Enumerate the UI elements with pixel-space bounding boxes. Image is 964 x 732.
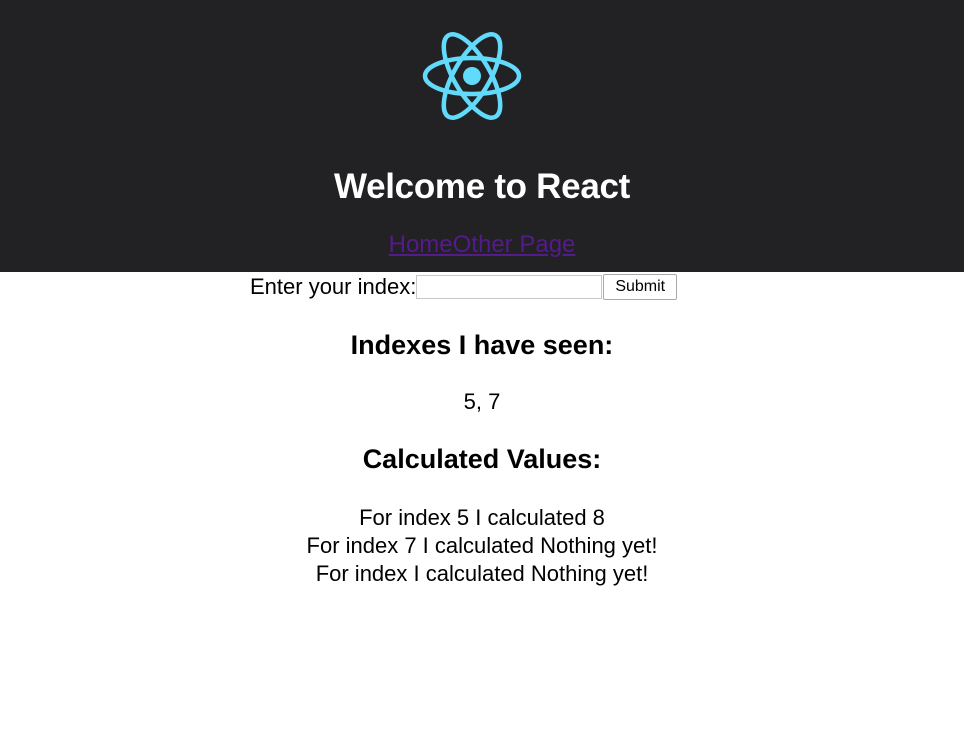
index-form: Enter your index: Submit (250, 272, 678, 302)
nav-link-other-page[interactable]: Other Page (453, 231, 576, 258)
calculated-item: For index 5 I calculated 8 (359, 505, 605, 530)
indexes-heading: Indexes I have seen: (350, 330, 614, 360)
calculated-item: For index 7 I calculated Nothing yet! (306, 533, 658, 558)
nav-link-home[interactable]: Home (389, 231, 453, 258)
submit-button[interactable]: Submit (603, 274, 678, 300)
index-label: Enter your index: (250, 274, 417, 299)
react-logo-icon (422, 32, 522, 120)
nav-links: HomeOther Page (0, 231, 964, 259)
calculated-item: For index I calculated Nothing yet! (315, 561, 649, 586)
page-title: Welcome to React (333, 167, 631, 206)
app-root: Welcome to React HomeOther Page Enter yo… (0, 0, 964, 586)
calculated-list: For index 5 I calculated 8 For index 7 I… (0, 504, 964, 588)
app-header: Welcome to React HomeOther Page (0, 0, 964, 272)
calculated-heading: Calculated Values: (362, 444, 602, 474)
index-input[interactable] (416, 275, 603, 299)
seen-indexes-values: 5, 7 (463, 389, 501, 414)
